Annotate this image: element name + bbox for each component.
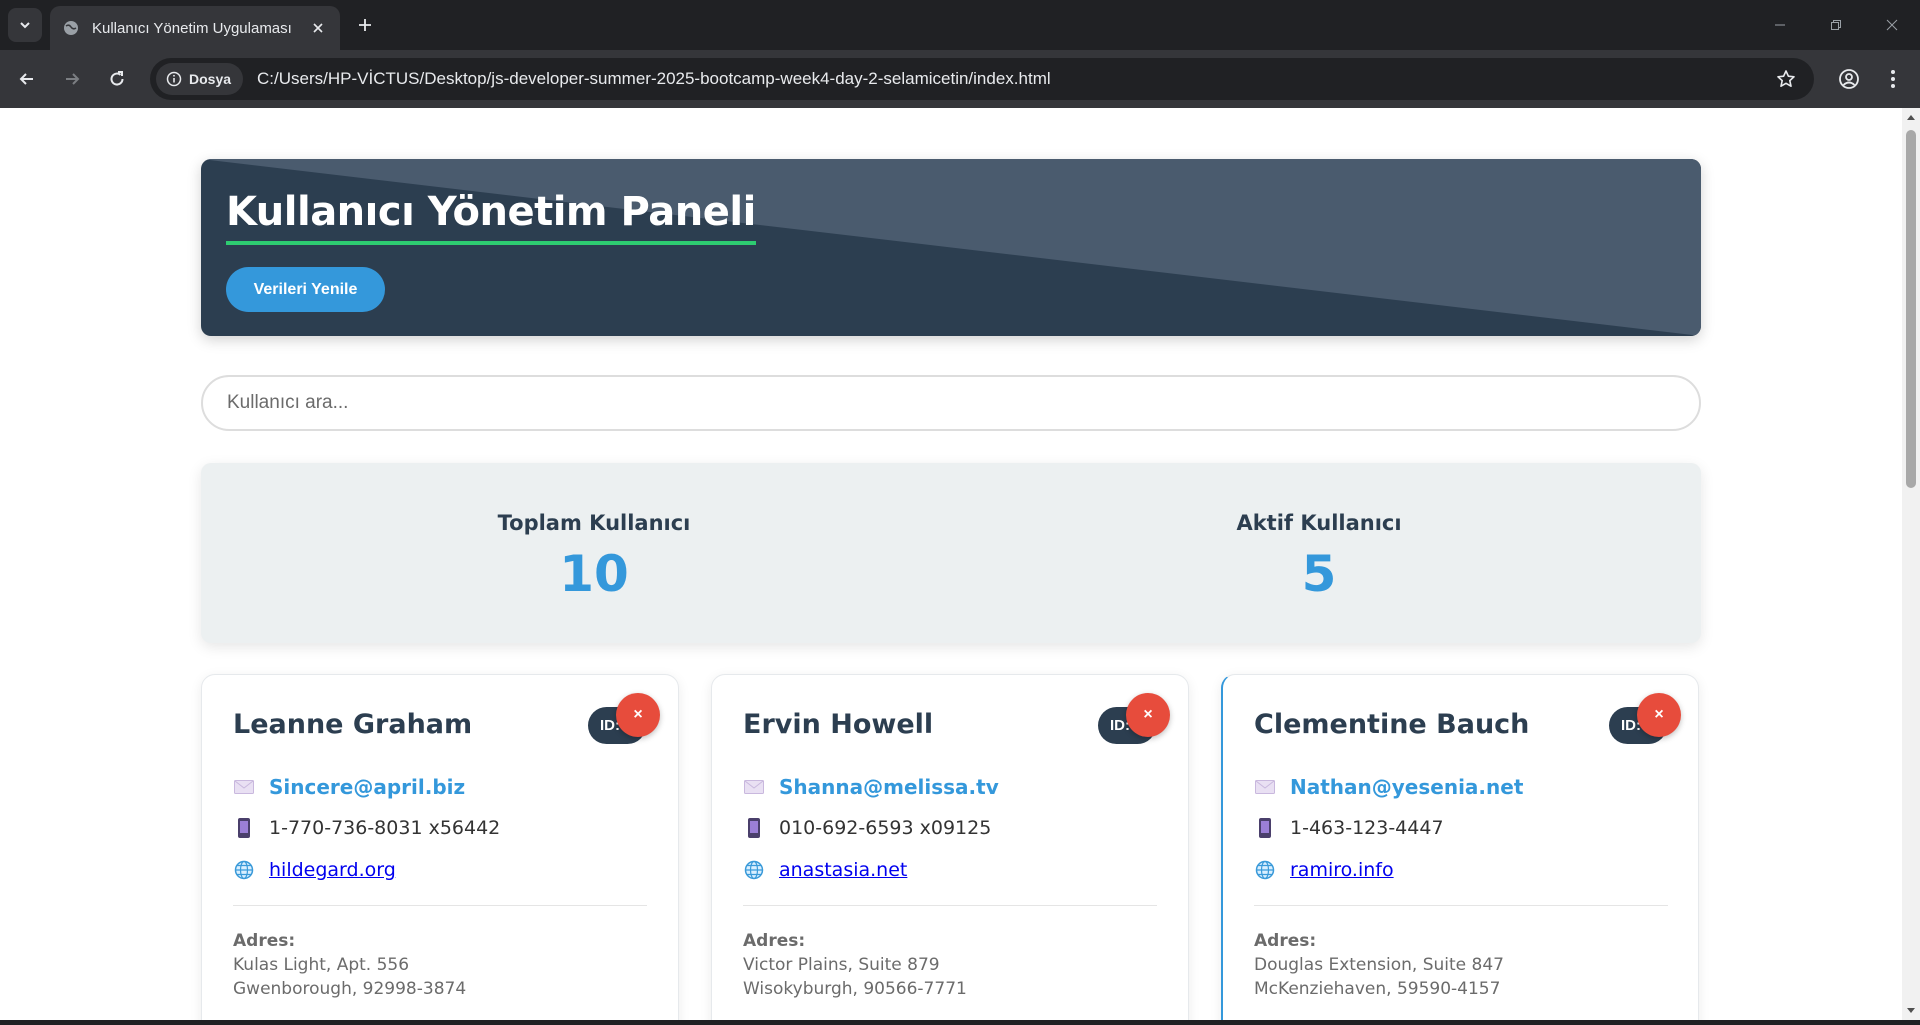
site-chip-label: Dosya <box>189 71 232 87</box>
user-website-link[interactable]: hildegard.org <box>269 859 396 881</box>
mobile-phone-icon <box>1254 817 1276 839</box>
user-phone: 010-692-6593 x09125 <box>779 817 992 839</box>
header-panel: Kullanıcı Yönetim Paneli Verileri Yenile <box>201 159 1701 336</box>
site-info-chip[interactable]: Dosya <box>156 63 244 95</box>
total-users-stat: Toplam Kullanıcı 10 <box>394 511 794 603</box>
forward-button[interactable] <box>55 62 89 96</box>
address-line-2: Wisokyburgh, 90566-7771 <box>743 979 967 999</box>
total-users-value: 10 <box>559 545 629 603</box>
envelope-icon <box>743 776 765 798</box>
refresh-data-button[interactable]: Verileri Yenile <box>226 267 385 312</box>
user-name: Clementine Bauch <box>1254 709 1530 740</box>
phone-row: 010-692-6593 x09125 <box>743 817 991 839</box>
minimize-icon <box>1775 24 1785 26</box>
delete-user-button[interactable]: × <box>1637 693 1681 737</box>
user-search-input[interactable] <box>201 375 1701 431</box>
address-line-2: McKenziehaven, 59590-4157 <box>1254 979 1501 999</box>
scroll-up-arrow-icon[interactable] <box>1902 108 1920 126</box>
restore-button[interactable] <box>1808 0 1864 50</box>
address-line-1: Douglas Extension, Suite 847 <box>1254 955 1504 975</box>
new-tab-button[interactable] <box>352 12 378 38</box>
card-divider <box>743 905 1157 906</box>
user-card: Ervin Howell ID: 2 × Shanna@melissa.tv 0… <box>711 674 1189 1020</box>
url-text[interactable]: C:/Users/HP-VİCTUS/Desktop/js-developer-… <box>257 69 1766 89</box>
close-window-button[interactable] <box>1864 0 1920 50</box>
address-label: Adres: <box>233 931 296 951</box>
globe-icon <box>743 859 765 881</box>
tab-search-button[interactable] <box>8 8 42 42</box>
close-icon <box>1886 19 1898 31</box>
user-phone: 1-463-123-4447 <box>1290 817 1444 839</box>
browser-toolbar: Dosya C:/Users/HP-VİCTUS/Desktop/js-deve… <box>0 50 1920 108</box>
address-label: Adres: <box>1254 931 1317 951</box>
scroll-down-arrow-icon[interactable] <box>1902 1002 1920 1020</box>
reload-button[interactable] <box>100 62 134 96</box>
reload-icon <box>110 71 124 86</box>
delete-user-button[interactable]: × <box>616 693 660 737</box>
plus-icon <box>359 19 371 31</box>
mobile-phone-icon <box>743 817 765 839</box>
user-website-link[interactable]: anastasia.net <box>779 859 907 881</box>
close-tab-icon[interactable] <box>308 18 328 38</box>
page-title: Kullanıcı Yönetim Paneli <box>226 189 756 245</box>
envelope-icon <box>1254 776 1276 798</box>
user-card: Clementine Bauch ID: 3 × Nathan@yesenia.… <box>1221 674 1699 1020</box>
address-line-1: Kulas Light, Apt. 556 <box>233 955 410 975</box>
phone-row: 1-770-736-8031 x56442 <box>233 817 500 839</box>
user-email[interactable]: Nathan@yesenia.net <box>1290 775 1523 799</box>
user-email[interactable]: Shanna@melissa.tv <box>779 775 999 799</box>
user-card: Leanne Graham ID: 1 × Sincere@april.biz … <box>201 674 679 1020</box>
profile-button[interactable] <box>1832 62 1866 96</box>
user-name: Ervin Howell <box>743 709 934 740</box>
globe-icon <box>233 859 255 881</box>
website-row: anastasia.net <box>743 859 907 881</box>
phone-row: 1-463-123-4447 <box>1254 817 1444 839</box>
back-button[interactable] <box>10 62 44 96</box>
page-viewport: Kullanıcı Yönetim Paneli Verileri Yenile… <box>0 108 1902 1020</box>
browser-menu-button[interactable] <box>1876 62 1910 96</box>
user-name: Leanne Graham <box>233 709 473 740</box>
user-website-link[interactable]: ramiro.info <box>1290 859 1394 881</box>
mobile-phone-icon <box>233 817 255 839</box>
globe-icon <box>62 19 80 37</box>
total-users-label: Toplam Kullanıcı <box>497 511 691 535</box>
bookmark-star-icon[interactable] <box>1766 59 1806 99</box>
envelope-icon <box>233 776 255 798</box>
stats-panel: Toplam Kullanıcı 10 Aktif Kullanıcı 5 <box>201 463 1701 643</box>
browser-tab-active[interactable]: Kullanıcı Yönetim Uygulaması <box>50 6 340 50</box>
email-row: Nathan@yesenia.net <box>1254 775 1523 799</box>
address-label: Adres: <box>743 931 806 951</box>
card-divider <box>1254 905 1668 906</box>
user-email[interactable]: Sincere@april.biz <box>269 775 465 799</box>
address-bar[interactable]: Dosya C:/Users/HP-VİCTUS/Desktop/js-deve… <box>150 58 1814 100</box>
address-line-1: Victor Plains, Suite 879 <box>743 955 940 975</box>
active-users-label: Aktif Kullanıcı <box>1236 511 1402 535</box>
active-users-stat: Aktif Kullanıcı 5 <box>1119 511 1519 603</box>
profile-icon <box>1839 69 1859 89</box>
delete-user-button[interactable]: × <box>1126 693 1170 737</box>
user-phone: 1-770-736-8031 x56442 <box>269 817 501 839</box>
restore-icon <box>1831 20 1841 30</box>
globe-icon <box>1254 859 1276 881</box>
address-line-2: Gwenborough, 92998-3874 <box>233 979 467 999</box>
header-diagonal-decoration <box>201 159 1701 336</box>
page-scrollbar[interactable] <box>1902 108 1920 1020</box>
website-row: hildegard.org <box>233 859 396 881</box>
tab-title: Kullanıcı Yönetim Uygulaması <box>92 19 292 37</box>
scrollbar-thumb[interactable] <box>1906 130 1916 488</box>
email-row: Sincere@april.biz <box>233 775 465 799</box>
arrow-left-icon <box>19 73 33 85</box>
window-bottom-edge <box>0 1020 1920 1025</box>
card-divider <box>233 905 647 906</box>
email-row: Shanna@melissa.tv <box>743 775 999 799</box>
active-users-value: 5 <box>1301 545 1337 603</box>
minimize-button[interactable] <box>1752 0 1808 50</box>
more-vert-icon <box>1891 70 1895 88</box>
info-icon <box>166 71 182 87</box>
chevron-down-icon <box>20 22 30 29</box>
window-controls <box>1752 0 1920 50</box>
website-row: ramiro.info <box>1254 859 1394 881</box>
arrow-right-icon <box>66 73 80 85</box>
browser-tab-strip: Kullanıcı Yönetim Uygulaması <box>0 0 1920 50</box>
